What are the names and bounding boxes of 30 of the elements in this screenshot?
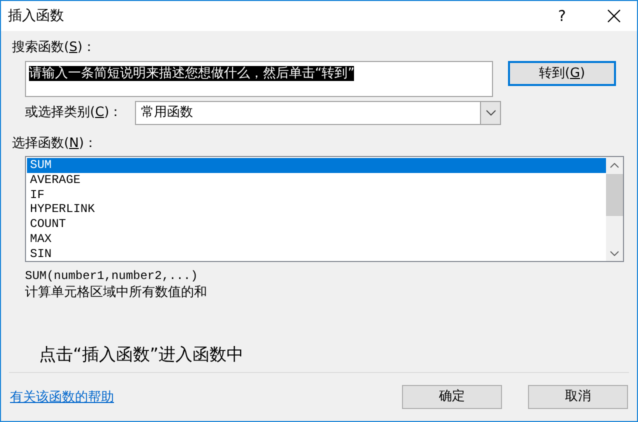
help-link[interactable]: 有关该函数的帮助 [10, 388, 402, 408]
function-item[interactable]: HYPERLINK [27, 202, 606, 218]
search-field[interactable]: 请输入一条简短说明来描述您想做什么，然后单击“转到” [25, 61, 493, 97]
function-list-label: 选择函数(N)： [12, 135, 98, 152]
go-button[interactable]: 转到(G) [508, 61, 616, 86]
category-value: 常用函数 [141, 104, 194, 122]
window-title: 插入函数 [8, 6, 65, 26]
function-item[interactable]: SIN [27, 246, 606, 262]
function-item[interactable]: AVERAGE [27, 172, 606, 188]
search-label: 搜索函数(S)： [12, 39, 96, 56]
scrollbar-thumb[interactable] [606, 174, 623, 216]
category-dropdown[interactable]: 常用函数 [135, 101, 501, 125]
function-item[interactable]: IF [27, 188, 606, 202]
dropdown-button[interactable] [480, 102, 500, 124]
function-signature: SUM(number1,number2,...) [25, 268, 199, 284]
help-button[interactable]: ? [539, 1, 585, 31]
search-text: 请输入一条简短说明来描述您想做什么，然后单击“转到” [29, 66, 354, 81]
dialog-button[interactable]: 确定 [402, 385, 502, 409]
scrollbar[interactable] [606, 157, 623, 261]
annotation-text: 点击“插入函数”进入函数中 [39, 344, 245, 366]
function-item[interactable]: MAX [27, 232, 606, 247]
chevron-up-icon [610, 163, 619, 168]
category-label: 或选择类别(C)： [25, 104, 124, 122]
dialog-button[interactable]: 取消 [528, 385, 628, 409]
chevron-down-icon [610, 251, 619, 256]
function-item[interactable]: COUNT [27, 217, 606, 232]
chevron-down-icon [486, 110, 496, 116]
close-icon [607, 9, 621, 23]
function-item[interactable]: SUM [27, 158, 606, 173]
function-description: 计算单元格区域中所有数值的和 [25, 284, 208, 301]
